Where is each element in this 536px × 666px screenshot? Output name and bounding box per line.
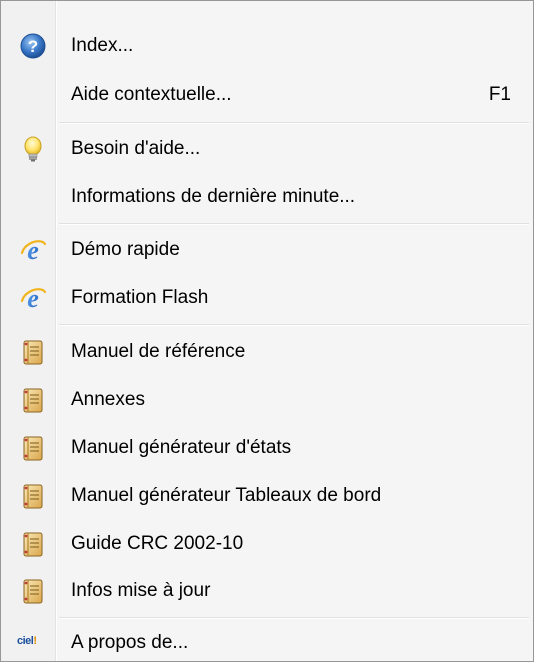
menu-item-a-propos[interactable]: ciel! A propos de... [3,620,531,666]
menu-separator [59,223,529,225]
menu-item-manuel-generateur-etats[interactable]: Manuel générateur d'états [3,425,531,471]
internet-explorer-icon: e [19,284,47,312]
menu-item-annexes[interactable]: Annexes [3,377,531,423]
menu-separator [59,122,529,124]
help-menu: ? Index... Aide contextuelle... F1 Besoi… [0,0,534,662]
manual-book-icon [19,338,47,366]
svg-text:?: ? [28,37,38,56]
menu-item-label: Annexes [71,389,145,410]
help-icon: ? [19,32,47,60]
menu-item-label: Infos mise à jour [71,580,211,601]
menu-item-label: Informations de dernière minute... [71,186,356,207]
menu-separator [59,324,529,326]
menu-item-label: Formation Flash [71,287,209,308]
menu-item-guide-crc[interactable]: Guide CRC 2002-10 [3,521,531,567]
menu-item-label: Aide contextuelle... [71,84,232,105]
ciel-logo-mark: ! [33,635,37,647]
manual-book-icon [19,577,47,605]
menu-item-aide-contextuelle[interactable]: Aide contextuelle... F1 [3,72,531,118]
menu-item-formation-flash[interactable]: e Formation Flash [3,275,531,321]
menu-item-manuel-tableaux-de-bord[interactable]: Manuel générateur Tableaux de bord [3,473,531,519]
menu-item-index[interactable]: ? Index... [3,23,531,69]
ciel-logo-text: ciel [17,635,34,647]
menu-item-manuel-reference[interactable]: Manuel de référence [3,329,531,375]
manual-book-icon [19,530,47,558]
menu-item-label: A propos de... [71,632,189,653]
manual-book-icon [19,482,47,510]
manual-book-icon [19,434,47,462]
manual-book-icon [19,386,47,414]
menu-item-informations[interactable]: Informations de dernière minute... [3,174,531,220]
lightbulb-icon [19,135,47,163]
menu-item-label: Index... [71,35,134,56]
menu-item-label: Démo rapide [71,239,180,260]
menu-item-demo-rapide[interactable]: e Démo rapide [3,227,531,273]
menu-item-besoin-aide[interactable]: Besoin d'aide... [3,126,531,172]
menu-item-label: Besoin d'aide... [71,138,201,159]
menu-separator [59,617,529,619]
internet-explorer-icon: e [19,236,47,264]
shortcut-f1: F1 [488,84,511,105]
menu-item-label: Guide CRC 2002-10 [71,533,244,554]
ciel-logo-icon: ciel! [17,635,37,647]
menu-item-label: Manuel générateur d'états [71,437,292,458]
menu-item-label: Manuel générateur Tableaux de bord [71,485,382,506]
menu-item-infos-mise-a-jour[interactable]: Infos mise à jour [3,568,531,614]
menu-item-label: Manuel de référence [71,341,246,362]
